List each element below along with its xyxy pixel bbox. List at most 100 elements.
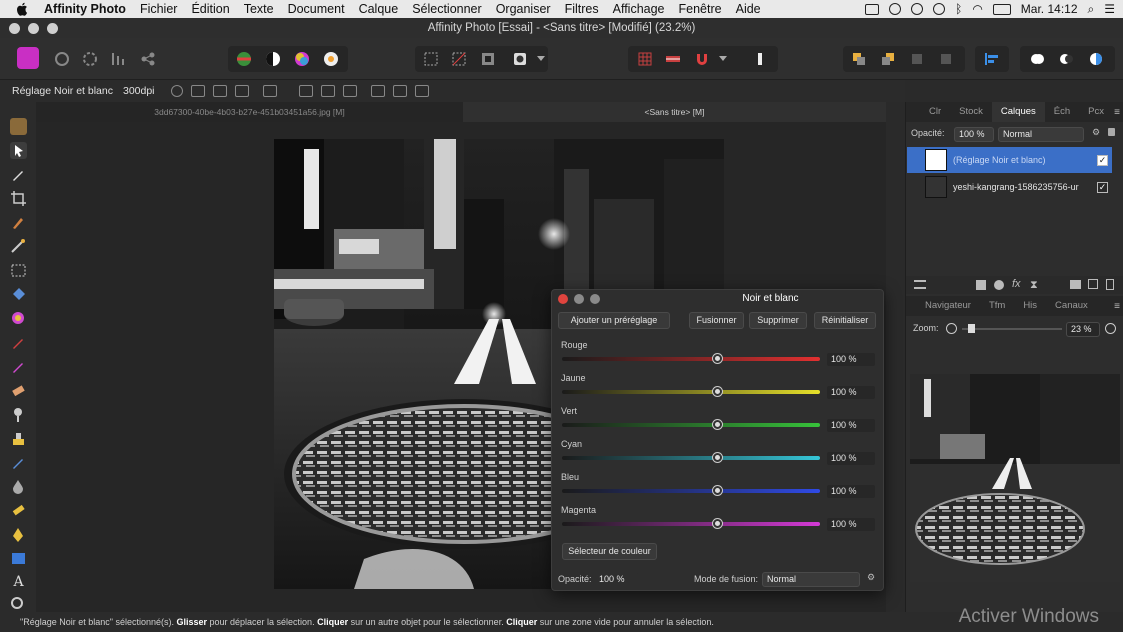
move-to-back-icon[interactable] bbox=[847, 47, 871, 71]
select-all-icon[interactable] bbox=[419, 47, 443, 71]
tab-stock[interactable]: Stock bbox=[950, 102, 992, 122]
layer-name[interactable]: (Réglage Noir et blanc) bbox=[953, 155, 1046, 165]
menu-affichage[interactable]: Affichage bbox=[613, 2, 665, 16]
adjustment-icon[interactable] bbox=[994, 280, 1004, 290]
snapping-dropdown-icon[interactable] bbox=[716, 47, 730, 71]
align-top-icon[interactable] bbox=[370, 85, 385, 97]
dialog-title-bar[interactable]: Noir et blanc bbox=[552, 290, 885, 308]
tab-channels[interactable]: Canaux bbox=[1046, 296, 1097, 316]
spotlight-search-icon[interactable]: ⌕ bbox=[1088, 2, 1095, 17]
navigator-preview[interactable] bbox=[910, 374, 1120, 582]
notification-center-icon[interactable]: ☰ bbox=[1104, 2, 1115, 16]
selection-brush-tool-icon[interactable] bbox=[10, 214, 27, 231]
zoom-slider-handle[interactable] bbox=[968, 324, 975, 333]
auto-colours-icon[interactable] bbox=[290, 47, 314, 71]
grid-toggle-icon[interactable] bbox=[633, 47, 657, 71]
menu-texte[interactable]: Texte bbox=[244, 2, 274, 16]
zoom-tool-icon[interactable] bbox=[10, 596, 27, 613]
slider-value-field[interactable]: 100 % bbox=[827, 518, 875, 531]
dialog-settings-icon[interactable]: ⚙ bbox=[867, 572, 875, 583]
zoom-out-icon[interactable] bbox=[946, 323, 957, 334]
quick-mask-icon[interactable] bbox=[508, 47, 532, 71]
blend-mode-select[interactable]: Normal bbox=[762, 572, 860, 587]
battery-icon[interactable] bbox=[992, 3, 1011, 15]
tone-mapping-persona-icon[interactable] bbox=[107, 47, 131, 71]
layer-row-photo[interactable]: yeshi-kangrang-1586235756-ur ✓ bbox=[907, 174, 1112, 200]
erase-brush-tool-icon[interactable] bbox=[10, 382, 27, 399]
invert-selection-icon[interactable] bbox=[476, 47, 500, 71]
document-tab-jpg[interactable]: 3dd67300-40be-4b03-b27e-451b03451a56.jpg… bbox=[36, 102, 463, 122]
menu-edition[interactable]: Édition bbox=[191, 2, 229, 16]
add-boolean-icon[interactable] bbox=[1025, 47, 1049, 71]
align-right-icon[interactable] bbox=[342, 85, 357, 97]
slider-track[interactable] bbox=[562, 489, 820, 493]
menu-calque[interactable]: Calque bbox=[359, 2, 399, 16]
mask-layer-icon[interactable] bbox=[976, 280, 986, 290]
rectangle-tool-icon[interactable] bbox=[10, 550, 27, 567]
dropbox-icon[interactable] bbox=[911, 3, 924, 15]
zoom-slider[interactable] bbox=[962, 328, 1062, 330]
flood-select-tool-icon[interactable] bbox=[10, 238, 27, 255]
document-tab-untitled[interactable]: <Sans titre> [M] bbox=[463, 102, 886, 122]
layers-stack-icon[interactable] bbox=[914, 280, 926, 289]
pen-tool-icon[interactable] bbox=[10, 526, 27, 543]
snapping-candidates-icon[interactable] bbox=[262, 85, 277, 97]
slider-track[interactable] bbox=[562, 456, 820, 460]
color-picker-tool-icon[interactable] bbox=[10, 166, 27, 183]
transform-origin-icon[interactable] bbox=[170, 85, 183, 97]
photo-persona-icon[interactable] bbox=[17, 47, 39, 69]
assistant-icon[interactable] bbox=[661, 47, 685, 71]
move-back-one-icon[interactable] bbox=[876, 47, 900, 71]
slider-handle[interactable] bbox=[712, 453, 722, 462]
auto-white-balance-icon[interactable] bbox=[319, 47, 343, 71]
gradient-tool-icon[interactable] bbox=[10, 310, 27, 327]
subtract-boolean-icon[interactable] bbox=[1054, 47, 1078, 71]
close-window-button[interactable] bbox=[9, 23, 20, 34]
minimize-window-button[interactable] bbox=[28, 23, 39, 34]
slider-track[interactable] bbox=[562, 522, 820, 526]
align-middle-icon[interactable] bbox=[392, 85, 407, 97]
tab-navigator[interactable]: Navigateur bbox=[916, 296, 980, 316]
intersect-boolean-icon[interactable] bbox=[1084, 47, 1108, 71]
dialog-opacity-select[interactable]: 100 % bbox=[594, 572, 638, 587]
slider-track[interactable] bbox=[562, 423, 820, 427]
move-tool-icon[interactable] bbox=[10, 142, 27, 159]
snapping-magnet-icon[interactable] bbox=[690, 47, 714, 71]
align-bottom-icon[interactable] bbox=[414, 85, 429, 97]
slider-handle[interactable] bbox=[712, 519, 722, 528]
tab-transform[interactable]: Tfm bbox=[980, 296, 1014, 316]
creative-cloud-icon[interactable] bbox=[889, 3, 902, 15]
alignment-icon[interactable] bbox=[980, 47, 1004, 71]
view-tool-icon[interactable] bbox=[10, 118, 27, 135]
merge-button[interactable]: Fusionner bbox=[689, 312, 744, 329]
menu-organiser[interactable]: Organiser bbox=[496, 2, 551, 16]
bluetooth-icon[interactable]: ᛒ bbox=[955, 2, 962, 16]
layer-settings-icon[interactable]: ⚙ bbox=[1092, 127, 1100, 138]
slider-handle[interactable] bbox=[712, 486, 722, 495]
app-name-menu[interactable]: Affinity Photo bbox=[44, 2, 126, 16]
color-picker-button[interactable]: Sélecteur de couleur bbox=[562, 543, 657, 560]
panel-menu-icon[interactable]: ≡ bbox=[1114, 301, 1120, 312]
text-tool-icon[interactable]: A bbox=[10, 574, 27, 591]
slider-value-field[interactable]: 100 % bbox=[827, 386, 875, 399]
blur-brush-tool-icon[interactable] bbox=[10, 478, 27, 495]
quick-mask-dropdown-icon[interactable] bbox=[534, 47, 548, 71]
layers-opacity-select[interactable]: 100 % bbox=[954, 127, 994, 142]
flood-fill-tool-icon[interactable] bbox=[10, 286, 27, 303]
inpainting-brush-tool-icon[interactable] bbox=[10, 454, 27, 471]
develop-persona-icon[interactable] bbox=[78, 47, 102, 71]
sync-icon[interactable] bbox=[933, 3, 946, 15]
show-selection-box-icon[interactable] bbox=[190, 85, 205, 97]
zoom-window-button[interactable] bbox=[47, 23, 58, 34]
tab-brushes[interactable]: Pcx bbox=[1079, 102, 1113, 122]
layer-visibility-checkbox[interactable]: ✓ bbox=[1097, 181, 1108, 193]
clone-brush-tool-icon[interactable] bbox=[10, 430, 27, 447]
reset-button[interactable]: Réinitialiser bbox=[814, 312, 876, 329]
tab-layers[interactable]: Calques bbox=[991, 102, 1045, 122]
zoom-in-icon[interactable] bbox=[1105, 323, 1116, 334]
apple-icon[interactable] bbox=[14, 1, 30, 17]
menu-fenetre[interactable]: Fenêtre bbox=[679, 2, 722, 16]
panel-menu-icon[interactable]: ≡ bbox=[1114, 107, 1120, 118]
slider-value-field[interactable]: 100 % bbox=[827, 353, 875, 366]
menu-document[interactable]: Document bbox=[288, 2, 345, 16]
